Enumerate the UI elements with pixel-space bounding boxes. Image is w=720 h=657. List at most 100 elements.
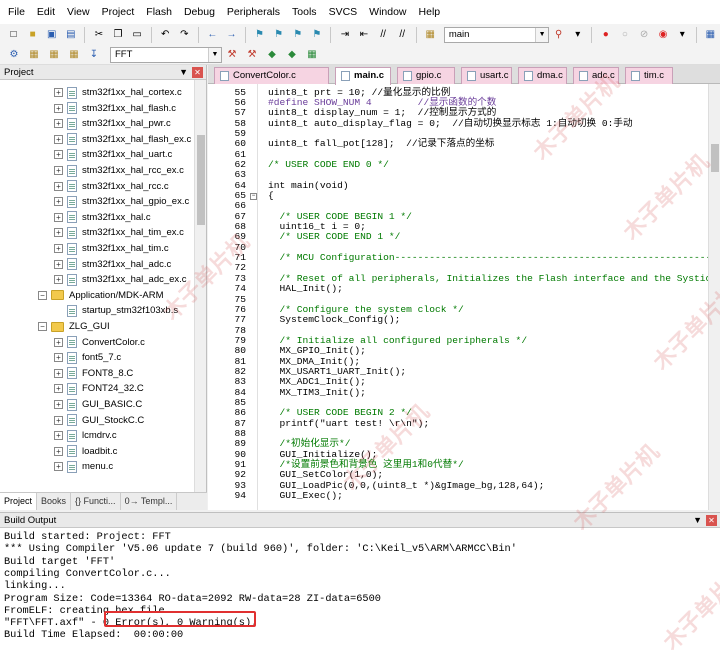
breakpoint-clear-icon[interactable]: ⊘ xyxy=(637,28,650,42)
expand-icon[interactable]: + xyxy=(54,368,63,378)
save-icon[interactable]: ▣ xyxy=(45,28,58,42)
expand-icon[interactable]: + xyxy=(54,134,63,144)
expand-icon[interactable]: + xyxy=(54,353,63,363)
copy-icon[interactable]: ❐ xyxy=(111,28,124,42)
tree-file[interactable]: + GUI_BASIC.C xyxy=(54,397,142,412)
cut-icon[interactable]: ✂ xyxy=(92,28,105,42)
bookmark-prev-icon[interactable]: ⚑ xyxy=(272,28,285,42)
file-extensions-icon[interactable]: ⚒ xyxy=(245,48,259,62)
expand-icon[interactable]: + xyxy=(54,197,63,207)
tree-file[interactable]: + stm32f1xx_hal.c xyxy=(54,210,151,225)
build-target-select[interactable]: FFT ▼ xyxy=(110,46,222,63)
close-icon[interactable]: ✕ xyxy=(706,515,717,526)
editor-tab[interactable]: adc.c xyxy=(573,67,619,84)
editor-tab[interactable]: gpio.c xyxy=(397,67,455,84)
project-scrollbar[interactable] xyxy=(194,80,206,492)
save-all-icon[interactable]: ▤ xyxy=(64,28,77,42)
tree-file[interactable]: + stm32f1xx_hal_uart.c xyxy=(54,147,172,162)
tree-file[interactable]: + stm32f1xx_hal_rcc_ex.c xyxy=(54,163,184,178)
new-file-icon[interactable]: □ xyxy=(7,28,20,42)
paste-icon[interactable]: ▭ xyxy=(131,28,144,42)
bookmark-icon[interactable]: ⚑ xyxy=(253,28,266,42)
menu-window[interactable]: Window xyxy=(363,0,412,24)
translate-icon[interactable]: ⚙ xyxy=(7,48,21,62)
expand-icon[interactable]: + xyxy=(54,400,63,409)
target-options-icon[interactable]: ⚒ xyxy=(225,48,239,62)
configure-icon[interactable]: ▾ xyxy=(676,28,689,42)
panel-tab[interactable]: Books xyxy=(37,493,72,510)
code-area[interactable]: uint8_t prt = 10; //量化显示的比例 #define SHOW_… xyxy=(268,84,708,510)
menu-file[interactable]: File xyxy=(2,0,31,24)
scroll-thumb[interactable] xyxy=(711,144,719,172)
fold-icon[interactable]: − xyxy=(250,193,257,200)
expand-icon[interactable]: + xyxy=(54,384,63,394)
editor-scrollbar[interactable] xyxy=(708,84,720,510)
build-icon[interactable]: ▦ xyxy=(27,48,41,62)
uncomment-icon[interactable]: // xyxy=(396,28,409,42)
target-combo[interactable]: main ▼ xyxy=(443,26,550,43)
tree-file[interactable]: + font5_7.c xyxy=(54,350,121,365)
tree-file[interactable]: + ConvertColor.c xyxy=(54,335,145,350)
pin-icon[interactable]: ▼ xyxy=(693,513,702,528)
bookmark-clear-icon[interactable]: ⚑ xyxy=(310,28,323,42)
expand-icon[interactable]: − xyxy=(38,322,47,331)
expand-icon[interactable]: + xyxy=(54,462,63,472)
tree-file[interactable]: + stm32f1xx_hal_gpio_ex.c xyxy=(54,194,189,209)
tree-file[interactable]: + FONT8_8.C xyxy=(54,366,133,381)
undo-icon[interactable]: ↶ xyxy=(159,28,172,42)
tree-file[interactable]: + stm32f1xx_hal_cortex.c xyxy=(54,85,182,100)
menu-flash[interactable]: Flash xyxy=(140,0,178,24)
tree-file[interactable]: + lcmdrv.c xyxy=(54,428,117,443)
editor-tab[interactable]: dma.c xyxy=(518,67,567,84)
panel-tab[interactable]: Project xyxy=(0,493,38,510)
close-icon[interactable]: ✕ xyxy=(192,67,203,78)
nav-forward-icon[interactable]: → xyxy=(225,28,238,42)
menu-help[interactable]: Help xyxy=(413,0,447,24)
expand-icon[interactable]: − xyxy=(38,290,47,300)
window-icon[interactable]: ▦ xyxy=(704,28,717,42)
menu-project[interactable]: Project xyxy=(96,0,141,24)
tree-file[interactable]: + FONT24_32.C xyxy=(54,381,144,396)
expand-icon[interactable]: + xyxy=(54,119,63,129)
expand-icon[interactable]: + xyxy=(54,275,63,285)
breakpoint-icon[interactable]: ● xyxy=(599,28,612,42)
expand-icon[interactable]: + xyxy=(54,88,63,97)
tree-folder[interactable]: − ZLG_GUI xyxy=(38,319,110,334)
expand-icon[interactable]: + xyxy=(54,150,63,160)
tree-file[interactable]: + GUI_StockC.C xyxy=(54,413,144,428)
expand-icon[interactable]: + xyxy=(54,212,63,222)
menu-debug[interactable]: Debug xyxy=(178,0,221,24)
tree-file[interactable]: + stm32f1xx_hal_tim_ex.c xyxy=(54,225,184,240)
tree-file[interactable]: + stm32f1xx_hal_adc.c xyxy=(54,257,171,272)
expand-icon[interactable]: + xyxy=(54,415,63,425)
find-in-files-icon[interactable]: ▦ xyxy=(424,28,437,42)
tree-file[interactable]: + loadbit.c xyxy=(54,444,117,459)
scroll-thumb[interactable] xyxy=(197,135,205,225)
editor-tab[interactable]: usart.c xyxy=(461,67,512,84)
comment-icon[interactable]: // xyxy=(377,28,390,42)
expand-icon[interactable]: + xyxy=(54,181,63,191)
redo-icon[interactable]: ↷ xyxy=(178,28,191,42)
debug-settings-icon[interactable]: ▾ xyxy=(571,28,584,42)
menu-svcs[interactable]: SVCS xyxy=(323,0,364,24)
editor-tab[interactable]: ConvertColor.c xyxy=(214,67,329,84)
tree-folder[interactable]: − Application/MDK-ARM xyxy=(38,288,164,303)
expand-icon[interactable]: + xyxy=(54,446,63,456)
expand-icon[interactable]: + xyxy=(54,431,63,441)
expand-icon[interactable]: + xyxy=(54,337,63,347)
tree-file[interactable]: + stm32f1xx_hal_pwr.c xyxy=(54,116,171,131)
select-pack-icon[interactable]: ◆ xyxy=(285,48,299,62)
panel-tab[interactable]: {} Functi... xyxy=(71,493,121,510)
tree-file[interactable]: + stm32f1xx_hal_flash.c xyxy=(54,101,176,116)
tree-file[interactable]: + stm32f1xx_hal_rcc.c xyxy=(54,179,169,194)
editor-tab[interactable]: main.c xyxy=(335,67,391,85)
tree-file[interactable]: startup_stm32f103xb.s xyxy=(54,303,178,318)
panel-tab[interactable]: 0→ Templ... xyxy=(121,493,178,510)
expand-icon[interactable]: + xyxy=(54,259,63,269)
pack-installer-icon[interactable]: ▦ xyxy=(305,48,319,62)
download-icon[interactable]: ↧ xyxy=(87,48,101,62)
expand-icon[interactable]: + xyxy=(54,166,63,175)
menu-tools[interactable]: Tools xyxy=(286,0,323,24)
unindent-icon[interactable]: ⇤ xyxy=(357,28,370,42)
indent-icon[interactable]: ⇥ xyxy=(338,28,351,42)
